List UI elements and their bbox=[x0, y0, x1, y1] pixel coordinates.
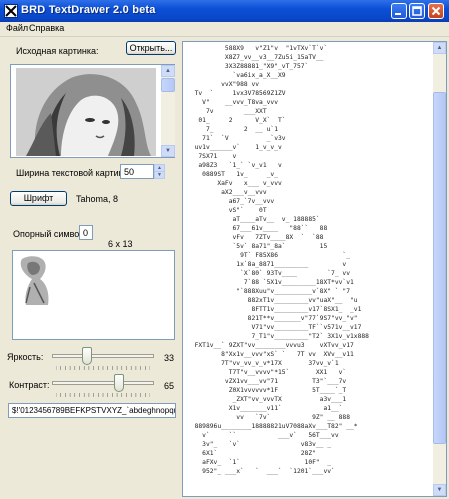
menu-help[interactable]: Справка bbox=[29, 23, 64, 33]
close-button[interactable] bbox=[428, 3, 444, 19]
ref-char-size: 6 x 13 bbox=[108, 239, 133, 249]
art-scroll-up-arrow-icon[interactable]: ▲ bbox=[433, 42, 446, 54]
brightness-value: 33 bbox=[164, 353, 175, 363]
maximize-icon bbox=[412, 6, 422, 16]
source-image-box[interactable]: ▲ ▼ bbox=[10, 64, 175, 158]
charset-input[interactable]: $!'0123456789BEFKPSTVXYZ_`abdeghnopquvxy… bbox=[8, 403, 176, 418]
brightness-track bbox=[52, 354, 154, 358]
contrast-slider[interactable] bbox=[48, 373, 158, 397]
scroll-thumb[interactable] bbox=[161, 78, 175, 92]
menu-file[interactable]: Файл bbox=[6, 23, 28, 33]
text-width-label: Ширина текстовой картинки: bbox=[16, 168, 136, 178]
contrast-track bbox=[52, 381, 154, 385]
source-image-scrollbar[interactable]: ▲ ▼ bbox=[161, 65, 175, 157]
text-width-spinner[interactable]: ▲ ▼ bbox=[154, 164, 165, 179]
open-button[interactable]: Открыть... bbox=[126, 41, 176, 55]
contrast-label: Контраст: bbox=[9, 380, 50, 390]
ascii-art-scrollbar[interactable]: ▲ ▼ bbox=[433, 42, 446, 496]
font-button[interactable]: Шрифт bbox=[10, 191, 67, 206]
maximize-button[interactable] bbox=[409, 3, 425, 19]
ascii-art-panel[interactable]: 588X9 v"Z1"v "1vTXv`T`v` X8Z7_vv__v3__7Z… bbox=[182, 41, 447, 497]
source-image-label: Исходная картинка: bbox=[16, 46, 99, 56]
art-scroll-down-arrow-icon[interactable]: ▼ bbox=[433, 484, 446, 496]
title-bar[interactable]: BRD TextDrawer 2.0 beta bbox=[0, 0, 449, 22]
ref-char-label: Опорный символ: bbox=[13, 229, 87, 239]
source-portrait-image bbox=[16, 68, 156, 156]
brightness-ticks bbox=[56, 366, 150, 370]
menu-bar: Файл Справка bbox=[0, 22, 449, 37]
contrast-value: 65 bbox=[164, 381, 175, 391]
brightness-label: Яркость: bbox=[7, 352, 44, 362]
ascii-preview-thumbnail bbox=[14, 253, 62, 309]
spin-down-icon[interactable]: ▼ bbox=[154, 171, 165, 179]
ref-char-preview-box bbox=[12, 250, 175, 340]
scroll-up-arrow-icon[interactable]: ▲ bbox=[161, 65, 175, 77]
brightness-slider[interactable] bbox=[48, 346, 158, 370]
close-icon bbox=[431, 6, 441, 16]
brightness-thumb[interactable] bbox=[82, 347, 92, 365]
contrast-thumb[interactable] bbox=[114, 374, 124, 392]
minimize-icon bbox=[395, 13, 401, 15]
contrast-ticks bbox=[56, 393, 150, 397]
art-scroll-thumb[interactable] bbox=[433, 92, 446, 444]
font-name: Tahoma, 8 bbox=[76, 194, 119, 204]
minimize-button[interactable] bbox=[391, 3, 407, 19]
brd-app-icon bbox=[4, 4, 18, 18]
ascii-art-output[interactable]: 588X9 v"Z1"v "1vTXv`T`v` X8Z7_vv__v3__7Z… bbox=[187, 44, 427, 476]
text-width-input[interactable]: 50 bbox=[120, 164, 154, 179]
ref-char-input[interactable]: 0 bbox=[79, 225, 93, 240]
window-title: BRD TextDrawer 2.0 beta bbox=[21, 4, 156, 16]
scroll-down-arrow-icon[interactable]: ▼ bbox=[161, 145, 175, 157]
